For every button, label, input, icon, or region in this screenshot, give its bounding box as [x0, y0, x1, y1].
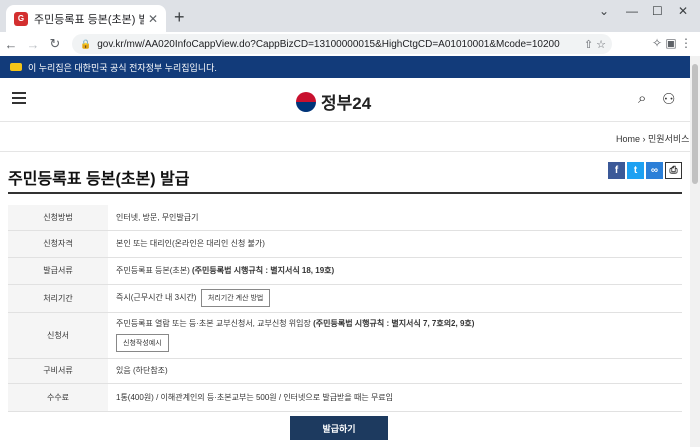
url-text[interactable]: gov.kr/mw/AA020InfoCappView.do?CappBizCD… [97, 39, 559, 50]
gov-banner-text: 이 누리집은 대한민국 공식 전자정부 누리집입니다. [28, 62, 217, 73]
site-header: 정부24 ⌕ ⚇ [0, 78, 690, 122]
row-label: 처리기간 [8, 284, 108, 313]
scrollbar-thumb[interactable] [692, 64, 698, 184]
back-icon[interactable]: ← [0, 37, 22, 52]
row-value: 본인 또는 대리인(온라인은 대리인 신청 불가) [108, 230, 682, 258]
address-toolbar: ← → ↻ 🔒 gov.kr/mw/AA020InfoCappView.do?C… [0, 32, 700, 56]
table-row: 처리기간 즉시(근무시간 내 3시간) 처리기간 계산 방법 [8, 284, 682, 313]
table-row: 발급서류 주민등록표 등본(초본) (주민등록법 시행규칙 : 별지서식 18,… [8, 257, 682, 285]
close-window-icon[interactable]: ✕ [678, 4, 688, 18]
user-icon[interactable]: ⚇ [662, 90, 675, 108]
link-icon[interactable]: ∞ [646, 162, 663, 179]
row-value-cell: 주민등록표 열람 또는 등·초본 교부신청서, 교부신청 위임장 (주민등록법 … [108, 312, 682, 359]
print-icon[interactable]: ⎙ [665, 162, 682, 179]
row-label: 신청자격 [8, 230, 108, 258]
close-tab-icon[interactable]: ✕ [148, 12, 158, 26]
row-value-cell: 즉시(근무시간 내 3시간) 처리기간 계산 방법 [108, 284, 682, 313]
row-label: 수수료 [8, 383, 108, 412]
new-tab-button[interactable]: + [174, 7, 185, 28]
breadcrumb: Home › 민원서비스 [0, 122, 690, 152]
table-row: 신청자격 본인 또는 대리인(온라인은 대리인 신청 불가) [8, 230, 682, 258]
row-value: 인터넷, 방문, 무인발급기 [108, 205, 682, 231]
row-value-cell: 주민등록표 등본(초본) (주민등록법 시행규칙 : 별지서식 18, 19호) [108, 257, 682, 285]
row-value: 즉시(근무시간 내 3시간) [116, 293, 197, 302]
menu-icon[interactable] [12, 92, 26, 104]
row-label: 구비서류 [8, 358, 108, 384]
browser-tab[interactable]: G 주민등록표 등본(초본) 발급 | 민 ✕ [6, 5, 166, 32]
processing-time-calc-button[interactable]: 처리기간 계산 방법 [200, 289, 271, 307]
scrollbar[interactable] [690, 56, 700, 447]
browser-window: G 주민등록표 등본(초본) 발급 | 민 ✕ + ⌄ — ☐ ✕ ← → ↻ … [0, 0, 700, 447]
title-row: 주민등록표 등본(초본) 발급 f t ∞ ⎙ [8, 152, 682, 194]
tab-strip: G 주민등록표 등본(초본) 발급 | 민 ✕ + ⌄ — ☐ ✕ [0, 0, 700, 32]
bookmark-star-icon[interactable]: ⇧ ☆ [584, 38, 606, 51]
application-example-button[interactable]: 신청작성예시 [116, 334, 169, 352]
row-value: 주민등록표 열람 또는 등·초본 교부신청서, 교부신청 위임장 [116, 319, 314, 328]
row-value: 1통(400원) / 이해관계인의 등·초본교부는 500원 / 인터넷으로 발… [108, 383, 682, 412]
table-row: 신청서 주민등록표 열람 또는 등·초본 교부신청서, 교부신청 위임장 (주민… [8, 312, 682, 359]
row-value-strong: (주민등록법 시행규칙 : 별지서식 18, 19호) [192, 266, 335, 275]
page-title: 주민등록표 등본(초본) 발급 [8, 171, 190, 188]
extensions-icon[interactable]: ✧ ▣ ⋮ [652, 36, 692, 50]
tab-title: 주민등록표 등본(초본) 발급 | 민 [34, 13, 144, 26]
reload-icon[interactable]: ↻ [44, 36, 66, 52]
breadcrumb-home[interactable]: Home [616, 134, 640, 144]
row-value: 주민등록표 등본(초본) [116, 266, 193, 275]
lock-icon[interactable]: 🔒 [80, 39, 91, 50]
row-value: 있음 (하단참조) [108, 358, 682, 384]
favicon-icon: G [14, 11, 28, 26]
breadcrumb-service[interactable]: 민원서비스 [648, 134, 689, 144]
address-bar[interactable]: 🔒 gov.kr/mw/AA020InfoCappView.do?CappBiz… [72, 34, 612, 54]
taegeuk-icon [296, 91, 316, 112]
apply-button[interactable]: 발급하기 [290, 416, 388, 440]
row-label: 신청방법 [8, 205, 108, 231]
twitter-icon[interactable]: t [627, 162, 644, 179]
site-logo[interactable]: 정부24 [296, 89, 371, 114]
forward-icon[interactable]: → [22, 37, 44, 52]
share-buttons: f t ∞ ⎙ [608, 162, 682, 179]
chevron-down-icon[interactable]: ⌄ [599, 4, 609, 18]
flag-icon [10, 63, 22, 71]
table-row: 신청방법 인터넷, 방문, 무인발급기 [8, 205, 682, 231]
logo-text: 정부24 [321, 94, 372, 113]
gov-banner: 이 누리집은 대한민국 공식 전자정부 누리집입니다. [0, 56, 690, 78]
search-icon[interactable]: ⌕ [638, 90, 646, 107]
facebook-icon[interactable]: f [608, 162, 625, 179]
page-content: 이 누리집은 대한민국 공식 전자정부 누리집입니다. 정부24 ⌕ ⚇ Hom… [0, 56, 690, 447]
minimize-icon[interactable]: — [626, 4, 638, 18]
maximize-icon[interactable]: ☐ [652, 4, 663, 18]
row-label: 발급서류 [8, 257, 108, 285]
info-table: 신청방법 인터넷, 방문, 무인발급기 신청자격 본인 또는 대리인(온라인은 … [8, 205, 682, 412]
table-row: 수수료 1통(400원) / 이해관계인의 등·초본교부는 500원 / 인터넷… [8, 383, 682, 412]
row-value-strong: (주민등록법 시행규칙 : 별지서식 7, 7호의2, 9호) [313, 319, 475, 328]
row-label: 신청서 [8, 312, 108, 359]
table-row: 구비서류 있음 (하단참조) [8, 358, 682, 384]
